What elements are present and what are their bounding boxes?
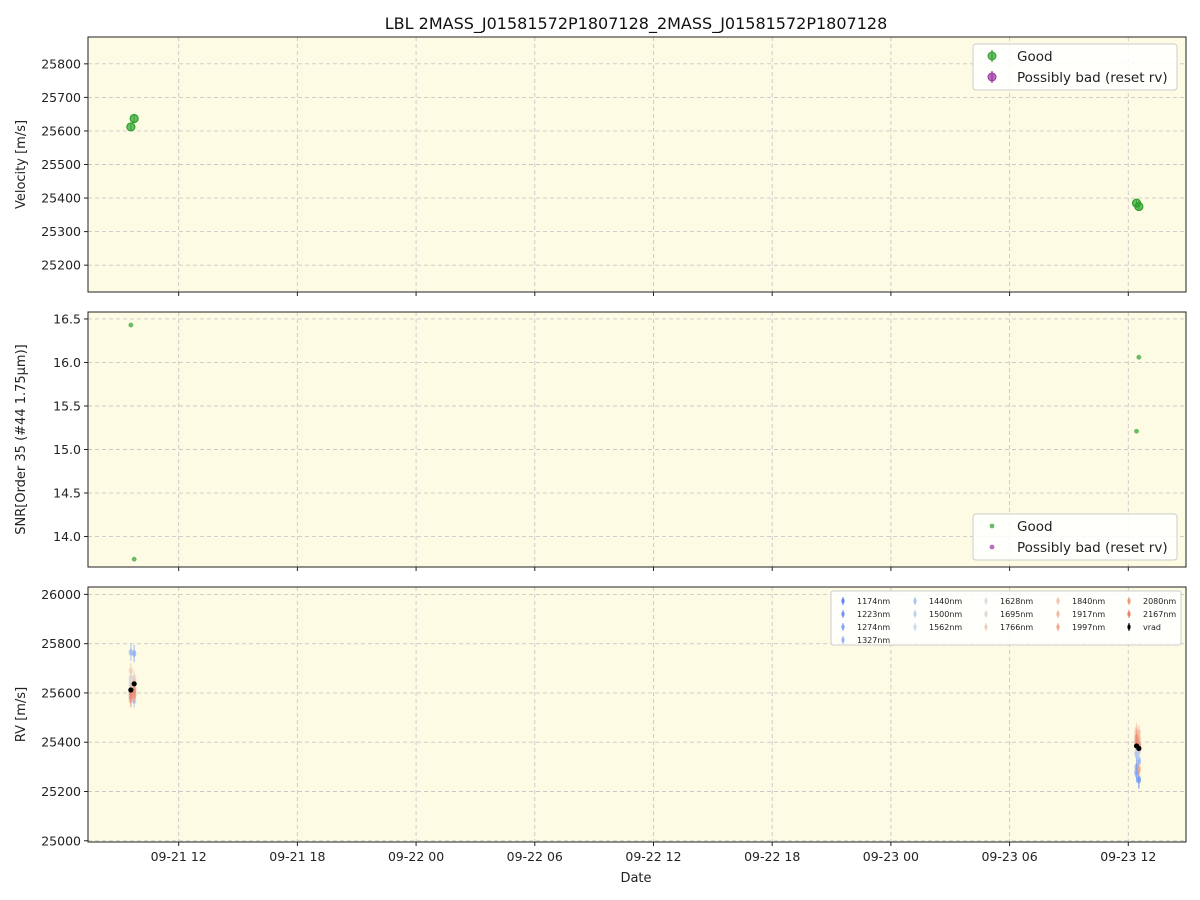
legend-label: 2167nm bbox=[1143, 610, 1176, 619]
y-tick-label: 25400 bbox=[41, 191, 81, 206]
legend-marker bbox=[987, 72, 997, 82]
y-tick-label: 25600 bbox=[41, 123, 81, 138]
legend-marker bbox=[989, 544, 995, 550]
y-tick-label: 16.0 bbox=[53, 355, 81, 370]
chart-title: LBL 2MASS_J01581572P1807128_2MASS_J01581… bbox=[385, 14, 888, 34]
data-point bbox=[128, 648, 134, 656]
legend-marker bbox=[989, 523, 995, 529]
data-point bbox=[128, 692, 134, 699]
data-point bbox=[1136, 745, 1142, 751]
legend-marker bbox=[841, 598, 845, 604]
data-point bbox=[1134, 201, 1144, 212]
legend-marker bbox=[984, 624, 988, 630]
legend-label: 1695nm bbox=[1000, 610, 1033, 619]
data-point bbox=[126, 122, 136, 132]
x-tick-label: 09-23 12 bbox=[1100, 849, 1156, 864]
legend-marker bbox=[913, 598, 917, 604]
legend-marker bbox=[913, 624, 917, 630]
data-point bbox=[131, 556, 137, 562]
legend-marker bbox=[841, 611, 845, 617]
legend-label: 1628nm bbox=[1000, 597, 1033, 606]
legend-marker bbox=[913, 611, 917, 617]
legend-marker bbox=[1056, 611, 1060, 617]
legend-marker bbox=[841, 637, 845, 643]
figure: LBL 2MASS_J01581572P1807128_2MASS_J01581… bbox=[14, 14, 1187, 886]
y-tick-label: 15.0 bbox=[53, 442, 81, 457]
y-tick-label: 16.5 bbox=[53, 311, 81, 326]
legend-label: vrad bbox=[1143, 623, 1161, 632]
y-tick-label: 25200 bbox=[41, 784, 81, 799]
data-point bbox=[131, 681, 137, 687]
legend-label: 1562nm bbox=[929, 623, 962, 632]
y-tick-label: 14.5 bbox=[53, 486, 81, 501]
x-axis-label: Date bbox=[620, 871, 651, 886]
y-axis-label: Velocity [m/s] bbox=[14, 120, 29, 209]
y-tick-label: 26000 bbox=[41, 587, 81, 602]
legend-label: 1440nm bbox=[929, 597, 962, 606]
legend-marker bbox=[1127, 611, 1131, 617]
y-tick-label: 25400 bbox=[41, 735, 81, 750]
y-tick-label: 25500 bbox=[41, 157, 81, 172]
y-tick-label: 25200 bbox=[41, 258, 81, 273]
y-tick-label: 25000 bbox=[41, 833, 81, 848]
y-tick-label: 25300 bbox=[41, 224, 81, 239]
legend-label: Good bbox=[1017, 519, 1053, 535]
legend-marker bbox=[984, 598, 988, 604]
legend-label: 1840nm bbox=[1072, 597, 1105, 606]
x-tick-label: 09-22 18 bbox=[744, 849, 800, 864]
x-tick-label: 09-22 12 bbox=[625, 849, 681, 864]
legend-label: Good bbox=[1017, 49, 1053, 65]
x-tick-label: 09-21 18 bbox=[269, 849, 325, 864]
legend: 1174nm 1223nm 1274nm 1327nm 1440nm 1500nm 1562… bbox=[830, 590, 1182, 646]
x-tick-label: 09-21 12 bbox=[151, 849, 207, 864]
x-tick-label: 09-22 00 bbox=[388, 849, 444, 864]
data-point bbox=[1134, 428, 1139, 434]
legend-marker bbox=[841, 624, 845, 630]
y-tick-label: 25600 bbox=[41, 685, 81, 700]
y-tick-label: 15.5 bbox=[53, 398, 81, 413]
legend: Good Possibly bad (reset rv) bbox=[972, 43, 1178, 91]
legend-marker bbox=[1056, 624, 1060, 630]
y-tick-label: 14.0 bbox=[53, 529, 81, 544]
panel-velocity: 25200 25300 25400 25500 25600 25700 25800 Veloc… bbox=[14, 36, 1187, 296]
legend-marker bbox=[1056, 598, 1060, 604]
legend: Good Possibly bad (reset rv) bbox=[972, 513, 1178, 561]
x-tick-label: 09-23 06 bbox=[981, 849, 1037, 864]
legend-label: 1274nm bbox=[857, 623, 890, 632]
data-point bbox=[128, 687, 134, 693]
data-point bbox=[1136, 354, 1142, 360]
legend-label: Possibly bad (reset rv) bbox=[1017, 540, 1168, 556]
panel-snr: 14.0 14.5 15.0 15.5 16.0 16.5 SNR[Order 35 (#4… bbox=[14, 311, 1187, 571]
legend-label: Possibly bad (reset rv) bbox=[1017, 70, 1168, 86]
legend-label: 1997nm bbox=[1072, 623, 1105, 632]
data-point bbox=[129, 113, 139, 124]
legend-label: 1766nm bbox=[1000, 623, 1033, 632]
legend-marker bbox=[1127, 598, 1131, 604]
x-tick-label: 09-22 06 bbox=[507, 849, 563, 864]
legend-marker bbox=[987, 51, 997, 61]
panel-rv: 25000 25200 25400 25600 25800 26000 09-21 12 09… bbox=[14, 586, 1187, 864]
y-tick-label: 25800 bbox=[41, 56, 81, 71]
legend-label: 2080nm bbox=[1143, 597, 1176, 606]
data-point bbox=[128, 322, 134, 328]
data-point bbox=[1136, 777, 1142, 784]
y-tick-label: 25700 bbox=[41, 90, 81, 105]
x-tick-label: 09-23 00 bbox=[863, 849, 919, 864]
legend-label: 1327nm bbox=[857, 636, 890, 645]
data-point bbox=[128, 667, 134, 675]
legend-label: 1174nm bbox=[857, 597, 890, 606]
legend-marker bbox=[1127, 624, 1131, 630]
legend-label: 1223nm bbox=[857, 610, 890, 619]
panels: 25200 25300 25400 25500 25600 25700 25800 Veloc… bbox=[14, 36, 1187, 864]
legend-label: 1500nm bbox=[929, 610, 962, 619]
legend-marker bbox=[984, 611, 988, 617]
legend-label: 1917nm bbox=[1072, 610, 1105, 619]
y-tick-label: 25800 bbox=[41, 636, 81, 651]
y-axis-label: SNR[Order 35 (#44 1.75μm)] bbox=[14, 344, 29, 535]
y-axis-label: RV [m/s] bbox=[14, 687, 29, 742]
data-point bbox=[1136, 765, 1142, 773]
